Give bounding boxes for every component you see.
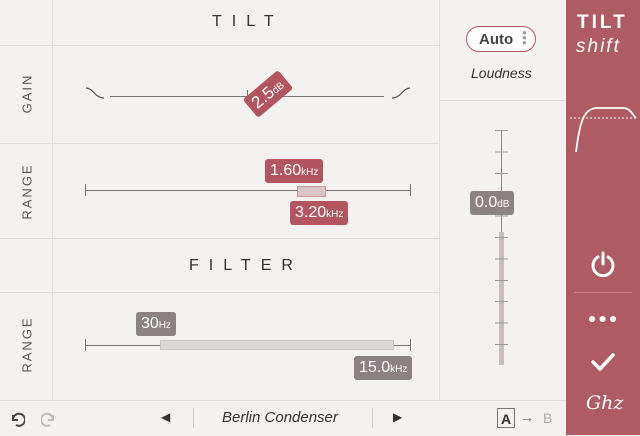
redo-icon[interactable] bbox=[41, 411, 57, 427]
brand-sidebar: TILT shift ●●● Ghz bbox=[566, 0, 640, 435]
checkmark-icon[interactable] bbox=[590, 351, 616, 373]
auto-label: Auto bbox=[479, 31, 514, 48]
filter-range-tick-start bbox=[85, 339, 86, 351]
filter-range-tick-end bbox=[410, 339, 411, 351]
filter-range-label: RANGE bbox=[19, 316, 35, 373]
filter-range-high-value: 15.0 bbox=[359, 359, 391, 376]
tilt-range-tick-start bbox=[85, 184, 86, 196]
divider bbox=[0, 143, 439, 144]
gain-label: GAIN bbox=[19, 73, 35, 114]
undo-icon[interactable] bbox=[9, 411, 25, 427]
preset-name[interactable]: Berlin Condenser bbox=[222, 409, 338, 426]
brand-subtitle: shift bbox=[576, 36, 621, 57]
auto-button[interactable]: Auto ● ● ● bbox=[466, 26, 536, 52]
bottom-bar: ◀ Berlin Condenser ▶ A → B bbox=[0, 400, 566, 436]
tilt-curve-right-icon bbox=[391, 87, 411, 99]
divider bbox=[0, 45, 439, 46]
gain-value-badge[interactable]: 2.5dB bbox=[242, 70, 294, 118]
divider bbox=[439, 100, 566, 101]
filter-title: FILTER bbox=[189, 257, 303, 274]
more-vertical-icon[interactable]: ● ● ● bbox=[522, 29, 527, 47]
filter-range-high-badge[interactable]: 15.0kHz bbox=[354, 356, 413, 380]
ab-a-button[interactable]: A bbox=[497, 408, 515, 428]
filter-range-selection[interactable] bbox=[160, 340, 394, 350]
preset-next-button[interactable]: ▶ bbox=[393, 410, 402, 424]
brand-title: TILT bbox=[577, 12, 628, 33]
tilt-range-track[interactable] bbox=[85, 190, 411, 191]
tilt-range-label: RANGE bbox=[19, 163, 35, 220]
filter-range-low-badge[interactable]: 30Hz bbox=[136, 312, 177, 336]
more-horizontal-icon[interactable]: ●●● bbox=[588, 310, 619, 326]
preset-divider-left bbox=[193, 408, 194, 428]
filter-range-high-unit: kHz bbox=[390, 364, 408, 375]
loudness-meter-ticks bbox=[495, 130, 508, 365]
tilt-range-high-badge[interactable]: 3.20kHz bbox=[290, 201, 349, 225]
ghz-logo[interactable]: Ghz bbox=[586, 392, 623, 414]
divider bbox=[0, 238, 439, 239]
loudness-label: Loudness bbox=[471, 65, 532, 81]
preset-prev-button[interactable]: ◀ bbox=[161, 410, 170, 424]
loudness-value: 0.0 bbox=[475, 194, 498, 211]
tilt-curve-left-icon bbox=[85, 87, 105, 99]
ab-copy-arrow-icon[interactable]: → bbox=[520, 409, 534, 425]
tilt-range-tick-end bbox=[410, 184, 411, 196]
tilt-range-high-unit: kHz bbox=[326, 209, 344, 220]
loudness-unit: dB bbox=[497, 199, 510, 210]
panel-divider bbox=[574, 292, 632, 293]
power-icon[interactable] bbox=[589, 250, 617, 278]
loudness-value-badge[interactable]: 0.0dB bbox=[470, 191, 515, 215]
ab-b-button[interactable]: B bbox=[543, 410, 552, 426]
tilt-range-selection[interactable] bbox=[297, 186, 326, 197]
tilt-title: TILT bbox=[212, 13, 284, 30]
tilt-range-low-unit: kHz bbox=[301, 167, 319, 178]
filter-range-low-value: 30 bbox=[141, 315, 159, 332]
tilt-range-low-value: 1.60 bbox=[270, 162, 302, 179]
filter-range-low-unit: Hz bbox=[158, 320, 172, 331]
divider bbox=[0, 292, 439, 293]
divider bbox=[52, 0, 53, 400]
tilt-range-low-badge[interactable]: 1.60kHz bbox=[265, 159, 324, 183]
filter-curve-preview-icon bbox=[570, 107, 637, 153]
tilt-range-high-value: 3.20 bbox=[295, 204, 327, 221]
preset-divider-right bbox=[372, 408, 373, 428]
divider bbox=[439, 0, 440, 400]
